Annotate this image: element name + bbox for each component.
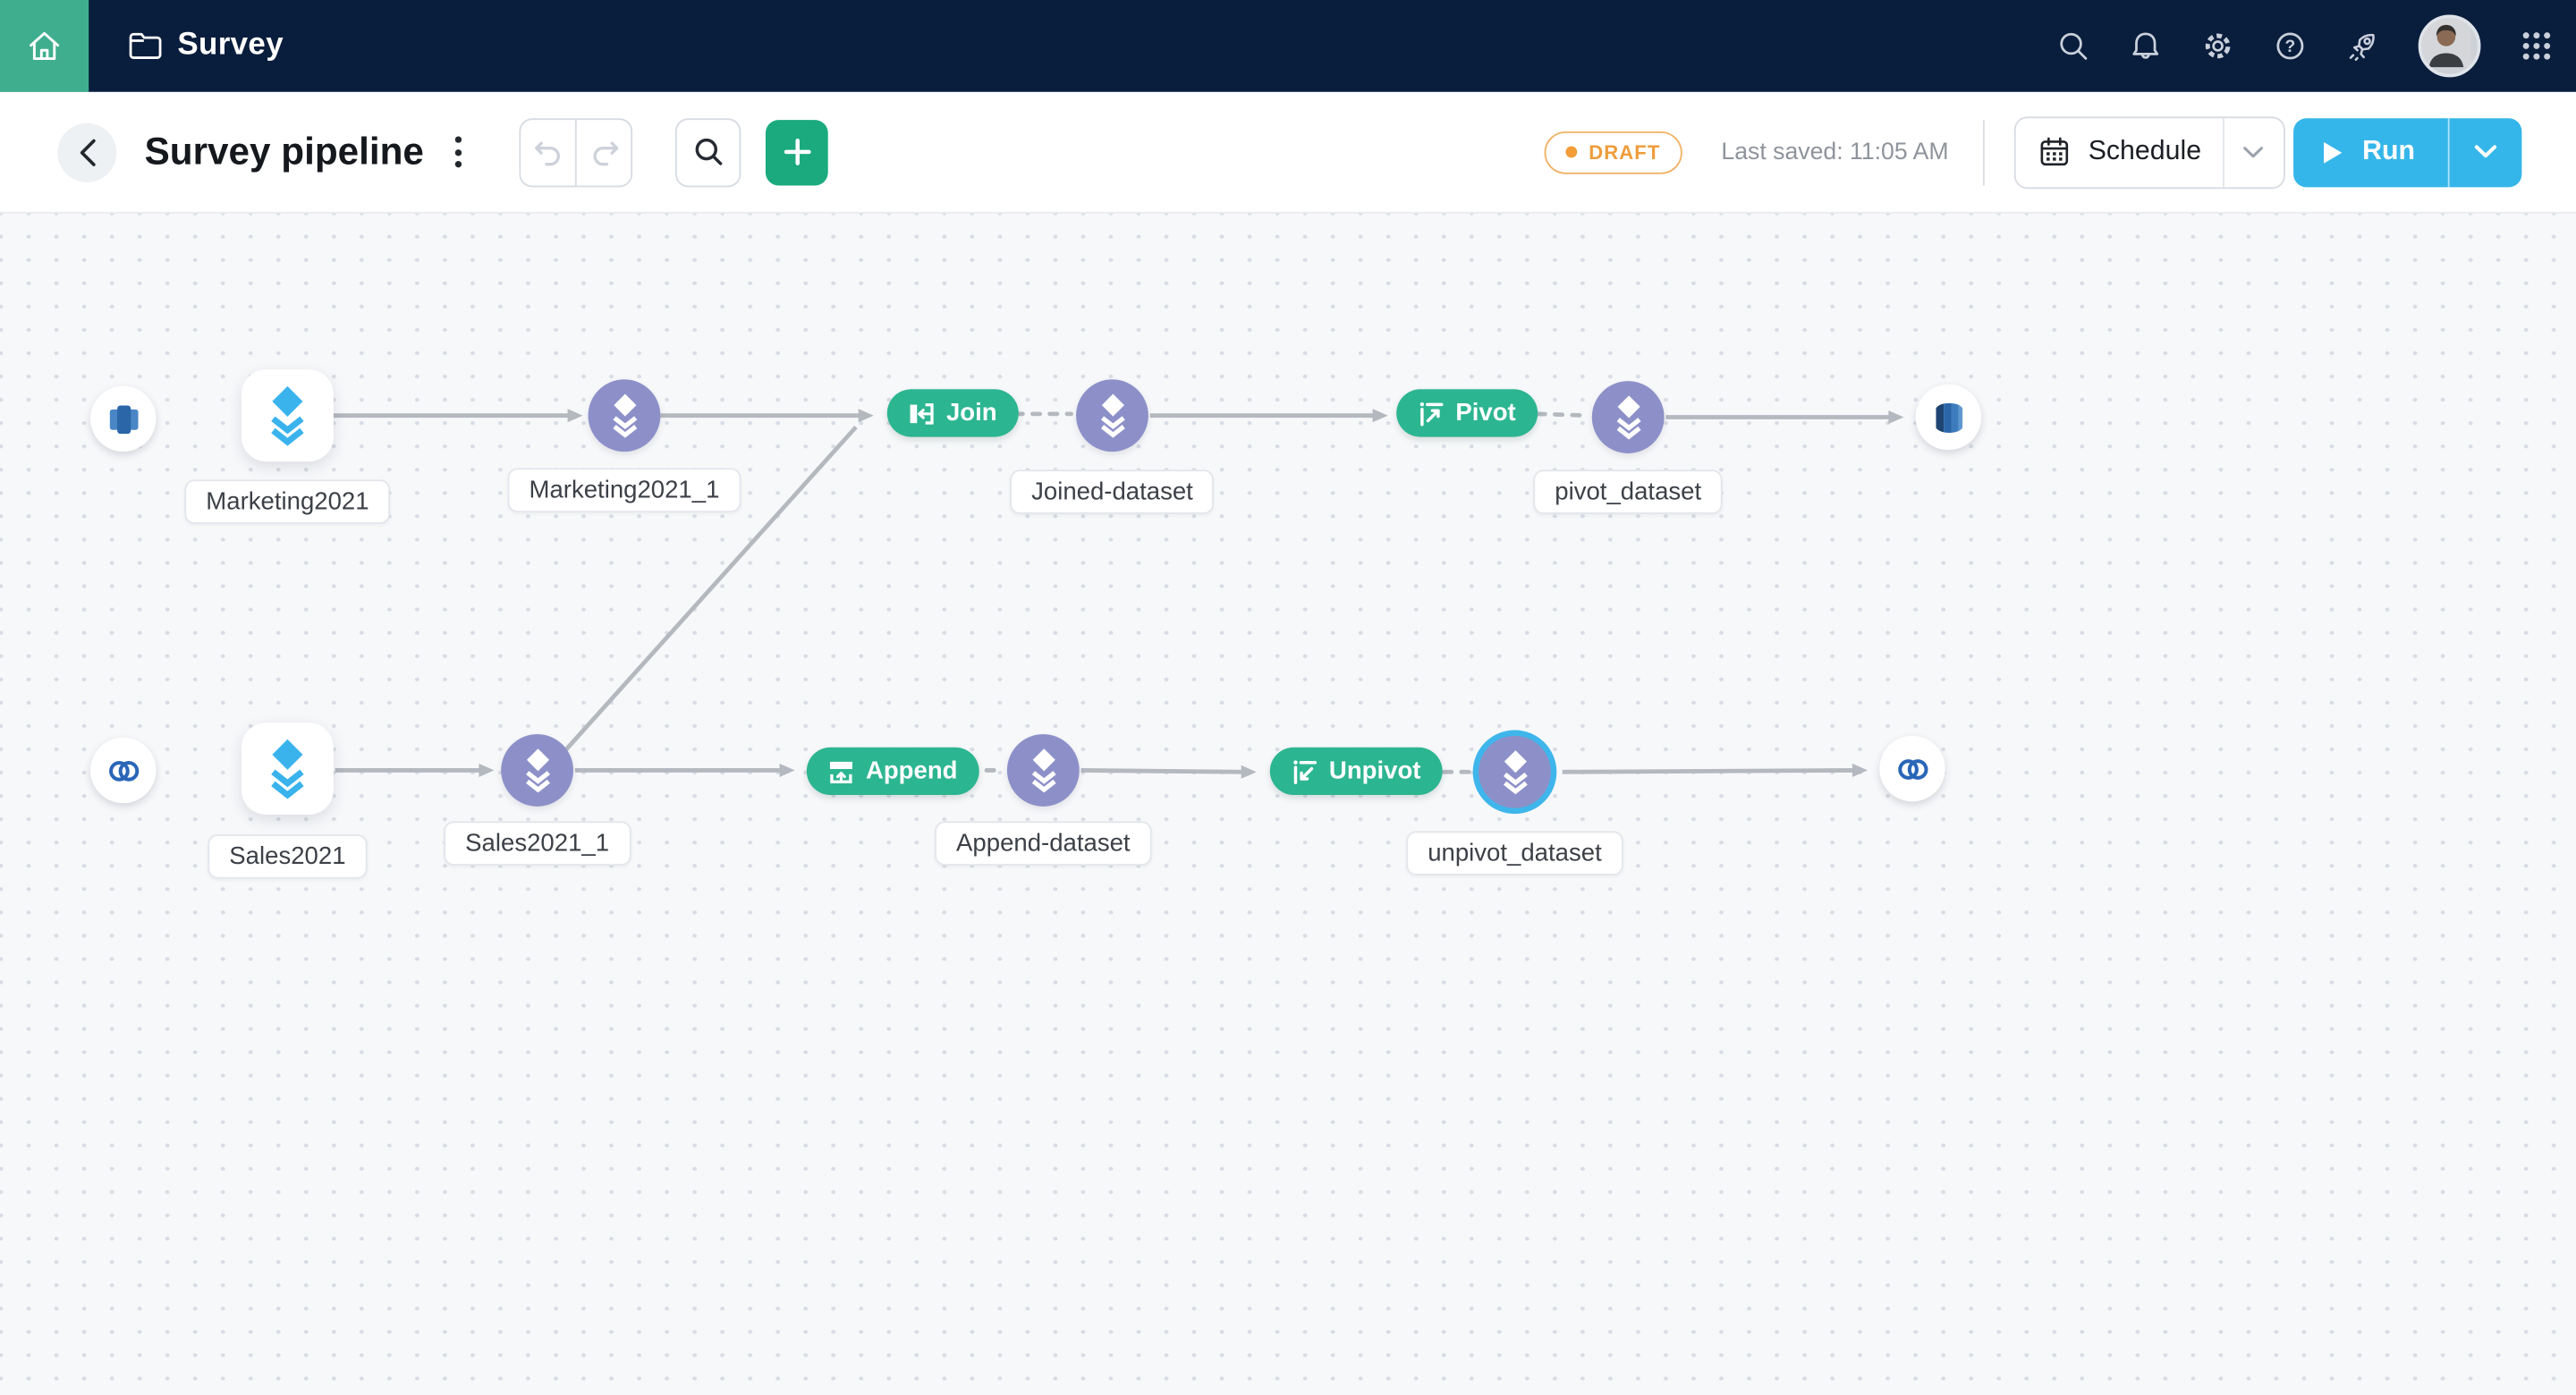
bell-icon[interactable]	[2129, 30, 2162, 63]
schedule-split-button: Schedule	[2014, 115, 2285, 188]
transform-node-label: Pivot	[1455, 399, 1515, 427]
dataset-stack-icon	[1092, 393, 1133, 438]
redo-icon	[588, 137, 621, 166]
search-icon[interactable]	[2057, 30, 2090, 63]
home-button[interactable]	[0, 0, 89, 92]
destination-node-database[interactable]	[1916, 385, 1981, 450]
help-icon[interactable]: ?	[2274, 30, 2307, 63]
grid-menu-icon[interactable]	[2521, 30, 2554, 63]
chevron-down-icon	[2243, 146, 2265, 159]
crm-rings-icon	[1894, 749, 1931, 787]
pipeline-edges	[0, 214, 2576, 1395]
dataset-stack-icon	[259, 385, 315, 447]
calendar-icon	[2039, 136, 2071, 167]
last-saved-text: Last saved: 11:05 AM	[1721, 139, 1948, 165]
unpivot-icon	[1292, 758, 1318, 784]
app-window: Survey ?	[0, 0, 2576, 1395]
stage-node-marketing2021-1[interactable]	[589, 379, 661, 452]
plus-icon	[783, 138, 810, 165]
transform-node-unpivot[interactable]: Unpivot	[1270, 748, 1443, 795]
canvas-search-button[interactable]	[675, 117, 741, 186]
transform-node-join[interactable]: Join	[887, 389, 1019, 436]
transform-node-append[interactable]: Append	[807, 748, 979, 795]
join-icon	[909, 400, 935, 426]
rocket-icon[interactable]	[2346, 30, 2379, 63]
dataset-stack-icon	[1022, 748, 1063, 793]
play-icon	[2323, 140, 2343, 164]
page-title: Survey pipeline	[145, 130, 424, 174]
node-label-marketing2021-1[interactable]: Marketing2021_1	[508, 468, 741, 512]
run-dropdown-button[interactable]	[2450, 117, 2522, 186]
kebab-menu-icon[interactable]	[444, 132, 473, 172]
toolbar-actions: DRAFT Last saved: 11:05 AM Schedule	[1545, 92, 2522, 212]
dataset-node-append-dataset[interactable]	[1007, 734, 1080, 807]
run-button[interactable]: Run	[2293, 117, 2448, 186]
node-label-marketing2021[interactable]: Marketing2021	[184, 479, 390, 524]
workspace-selector[interactable]: Survey	[128, 28, 284, 63]
schedule-dropdown-button[interactable]	[2224, 117, 2284, 186]
dataset-stack-icon	[1607, 394, 1648, 440]
dataset-stack-icon	[1495, 749, 1536, 795]
dataset-stack-icon	[517, 748, 558, 793]
undo-icon	[531, 137, 564, 166]
home-icon	[26, 28, 62, 63]
stage-node-sales2021-1[interactable]	[501, 734, 573, 807]
node-label-append-dataset[interactable]: Append-dataset	[935, 821, 1151, 866]
folder-icon	[128, 31, 163, 61]
top-navigation-bar: Survey ?	[0, 0, 2576, 92]
undo-redo-group	[519, 117, 632, 186]
node-label-sales2021[interactable]: Sales2021	[208, 834, 367, 879]
add-node-button[interactable]	[766, 119, 828, 184]
gear-icon[interactable]	[2201, 30, 2234, 63]
svg-text:?: ?	[2285, 38, 2296, 56]
node-label-sales2021-1[interactable]: Sales2021_1	[444, 821, 631, 866]
database-barrel-icon	[1929, 398, 1967, 435]
toolbar-divider	[1983, 119, 1985, 184]
avatar-person	[2421, 18, 2470, 67]
source-node-redshift[interactable]	[90, 386, 156, 452]
run-button-label: Run	[2362, 136, 2415, 167]
dataset-stack-icon	[604, 393, 645, 438]
pipeline-toolbar: Survey pipeline	[0, 92, 2576, 214]
status-badge: DRAFT	[1545, 131, 1682, 173]
run-split-button: Run	[2293, 117, 2521, 186]
transform-node-label: Append	[866, 757, 958, 785]
dataset-node-unpivot-dataset[interactable]	[1479, 736, 1551, 808]
dataset-node-marketing2021[interactable]	[242, 369, 334, 461]
back-icon	[78, 137, 96, 166]
transform-node-label: Unpivot	[1329, 757, 1421, 785]
dataset-node-joined-dataset[interactable]	[1076, 379, 1148, 452]
source-node-crm[interactable]	[90, 738, 156, 803]
node-label-unpivot-dataset[interactable]: unpivot_dataset	[1406, 831, 1623, 875]
topbar-actions: ?	[2057, 0, 2554, 92]
back-button[interactable]	[57, 123, 116, 182]
avatar[interactable]	[2419, 15, 2481, 78]
schedule-button[interactable]: Schedule	[2016, 117, 2223, 186]
redo-button[interactable]	[575, 119, 631, 184]
node-label-pivot-dataset[interactable]: pivot_dataset	[1533, 469, 1723, 514]
node-label-joined-dataset[interactable]: Joined-dataset	[1010, 469, 1215, 514]
schedule-button-label: Schedule	[2089, 136, 2201, 167]
dataset-node-pivot-dataset[interactable]	[1592, 381, 1665, 453]
search-icon	[692, 136, 724, 167]
dataset-node-sales2021[interactable]	[242, 723, 334, 815]
transform-node-pivot[interactable]: Pivot	[1396, 389, 1537, 436]
crm-rings-icon	[105, 751, 142, 789]
undo-button[interactable]	[521, 119, 575, 184]
pipeline-canvas[interactable]: Join Pivot	[0, 214, 2576, 1395]
dataset-stack-icon	[259, 738, 315, 800]
transform-node-label: Join	[946, 399, 997, 427]
append-icon	[828, 758, 854, 784]
status-badge-label: DRAFT	[1589, 140, 1660, 164]
workspace-name: Survey	[177, 28, 284, 63]
draft-dot	[1566, 146, 1578, 157]
database-columns-icon	[105, 400, 142, 437]
destination-node-crm[interactable]	[1879, 736, 1945, 801]
pivot-icon	[1418, 400, 1444, 426]
chevron-down-icon	[2474, 145, 2497, 160]
